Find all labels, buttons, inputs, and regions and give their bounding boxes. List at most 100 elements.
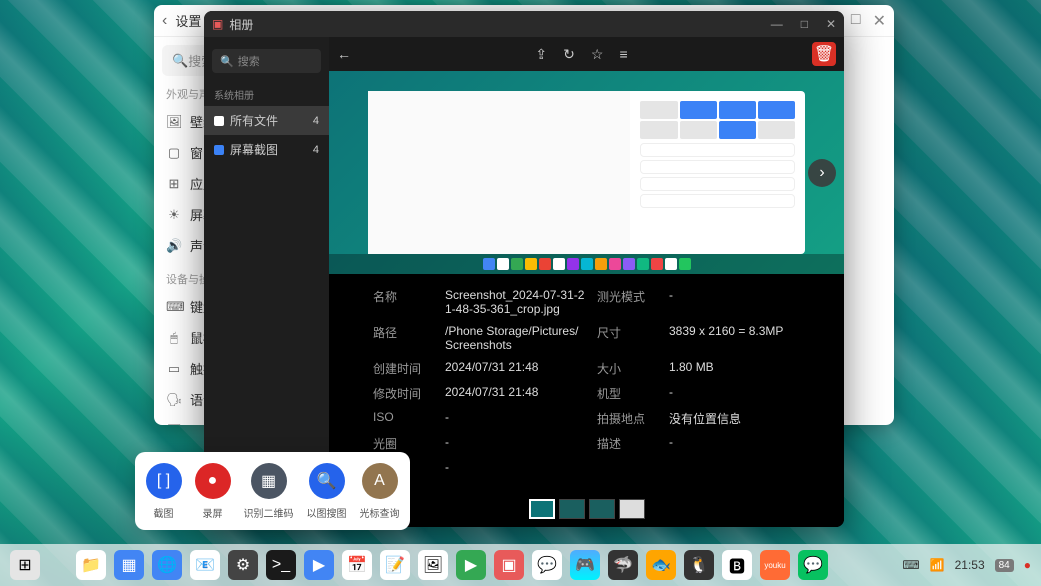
dock-app[interactable]: 🦈 <box>608 550 638 580</box>
gallery-sidebar-item[interactable]: 所有文件 4 <box>204 106 329 135</box>
back-icon[interactable]: ‹ <box>162 12 167 30</box>
dock-app[interactable]: 💬 <box>798 550 828 580</box>
next-image-button[interactable]: › <box>808 159 836 187</box>
dock-app[interactable]: 🎮 <box>570 550 600 580</box>
mini-dock <box>329 254 844 274</box>
dock-app[interactable]: 💬 <box>532 550 562 580</box>
wifi-icon[interactable]: 📶 <box>930 558 945 572</box>
dock-app[interactable]: 🖼 <box>418 550 448 580</box>
location-label: 拍摄地点 <box>597 410 657 427</box>
shot-tool-label: 截图 <box>154 505 174 520</box>
thumbnail[interactable] <box>529 499 555 519</box>
exposure-value: - <box>669 288 800 302</box>
item-icon: ▢ <box>166 145 182 161</box>
dock-app[interactable]: 🌐 <box>152 550 182 580</box>
gallery-search[interactable]: 🔍 搜索 <box>212 49 321 73</box>
dock-app[interactable]: ⚙ <box>228 550 258 580</box>
name-label: 名称 <box>373 288 433 305</box>
dock-app[interactable]: 📅 <box>342 550 372 580</box>
sidebar-header: 系统相册 <box>204 79 329 106</box>
shot-tool-label: 光标查询 <box>360 505 400 520</box>
shot-tool-icon: ● <box>195 463 231 499</box>
app-drawer-icon[interactable]: ⊞ <box>10 550 40 580</box>
thumbnail[interactable] <box>589 499 615 519</box>
settings-title: 设置 <box>175 11 201 30</box>
item-icon: ☀ <box>166 207 182 223</box>
screenshot-toolbar: [ ] 截图 ● 录屏 ▦识别二维码 🔍以图搜图 A 光标查询 <box>135 452 410 530</box>
desc-label: 描述 <box>597 435 657 452</box>
modified-label: 修改时间 <box>373 385 433 402</box>
notification-dot[interactable]: ● <box>1024 558 1031 572</box>
filesize-label: 大小 <box>597 360 657 377</box>
dock-app[interactable]: ▶ <box>304 550 334 580</box>
dock-app[interactable]: 🐧 <box>684 550 714 580</box>
shot-tool[interactable]: A 光标查询 <box>360 463 400 520</box>
gallery-sidebar-item[interactable]: 屏幕截图 4 <box>204 135 329 164</box>
shot-tool[interactable]: ● 录屏 <box>195 463 231 520</box>
dock-app[interactable]: >_ <box>266 550 296 580</box>
gallery-title: 相册 <box>229 16 253 33</box>
item-icon: ⊞ <box>166 176 182 192</box>
clock[interactable]: 21:53 <box>955 558 985 572</box>
rotate-icon[interactable]: ↻ <box>563 46 575 63</box>
thumbnail[interactable] <box>619 499 645 519</box>
model-label: 机型 <box>597 385 657 402</box>
dock: ⊞ 📁 ▦ 🌐 📧 ⚙ >_ ▶ 📅 📝 🖼 ▶ ▣ 💬 🎮 🦈 🐟 🐧 🅱 y… <box>0 544 1041 586</box>
item-icon: ▭ <box>166 361 182 377</box>
dock-app[interactable]: 📁 <box>76 550 106 580</box>
item-count: 4 <box>313 115 319 127</box>
shot-tool[interactable]: 🔍以图搜图 <box>307 463 347 520</box>
thumbnail[interactable] <box>559 499 585 519</box>
star-icon[interactable]: ☆ <box>591 46 604 63</box>
shot-tool[interactable]: ▦识别二维码 <box>244 463 294 520</box>
dock-app[interactable]: 🐟 <box>646 550 676 580</box>
back-button[interactable]: ← <box>337 46 351 62</box>
dock-app[interactable]: ▶ <box>456 550 486 580</box>
shot-tool-label: 录屏 <box>203 505 223 520</box>
item-icon: 🔊 <box>166 238 182 254</box>
search-icon: 🔍 <box>220 55 234 68</box>
item-label: 屏幕截图 <box>230 141 278 158</box>
item-label: 所有文件 <box>230 112 278 129</box>
dock-app[interactable]: ▦ <box>114 550 144 580</box>
item-icon: 🖼 <box>166 114 182 130</box>
shot-tool-icon: A <box>362 463 398 499</box>
created-value: 2024/07/31 21:48 <box>445 360 585 374</box>
image-viewer[interactable]: › <box>329 71 844 274</box>
color-dot <box>214 145 224 155</box>
item-icon: 🗣 <box>166 392 182 408</box>
modified-value: 2024/07/31 21:48 <box>445 385 585 399</box>
dock-app[interactable]: youku <box>760 550 790 580</box>
item-count: 4 <box>313 144 319 156</box>
image-content <box>368 91 806 253</box>
maximize-button[interactable]: □ <box>801 17 808 31</box>
dock-app[interactable]: 📝 <box>380 550 410 580</box>
model-value: - <box>669 385 800 399</box>
delete-button[interactable]: 🗑 <box>812 42 836 66</box>
item-icon: ⌨ <box>166 299 182 315</box>
battery-indicator[interactable]: 84 <box>995 559 1014 572</box>
dock-app[interactable]: 🅱 <box>722 550 752 580</box>
name-value: Screenshot_2024-07-31-21-48-35-361_crop.… <box>445 288 585 316</box>
focal-value: - <box>445 460 585 474</box>
dock-app[interactable]: ▣ <box>494 550 524 580</box>
dock-app[interactable]: 📧 <box>190 550 220 580</box>
shot-tool-icon: [ ] <box>146 463 182 499</box>
gallery-titlebar: ▣ 相册 — □ ✕ <box>204 11 844 37</box>
app-icon: ▣ <box>212 17 223 31</box>
shot-tool-icon: 🔍 <box>309 463 345 499</box>
share-icon[interactable]: ⇪ <box>535 46 547 63</box>
close-button[interactable]: ✕ <box>826 17 836 31</box>
adjust-icon[interactable]: ≡ <box>619 46 627 62</box>
item-icon: 🖱 <box>166 330 182 346</box>
minimize-button[interactable]: — <box>771 17 783 31</box>
keyboard-icon[interactable]: ⌨ <box>902 558 919 572</box>
path-value: /Phone Storage/Pictures/Screenshots <box>445 324 585 352</box>
iso-value: - <box>445 410 585 424</box>
close-button[interactable]: ✕ <box>873 11 886 31</box>
color-dot <box>214 116 224 126</box>
size-label: 尺寸 <box>597 324 657 341</box>
path-label: 路径 <box>373 324 433 341</box>
maximize-button[interactable]: □ <box>851 11 861 31</box>
shot-tool[interactable]: [ ] 截图 <box>146 463 182 520</box>
